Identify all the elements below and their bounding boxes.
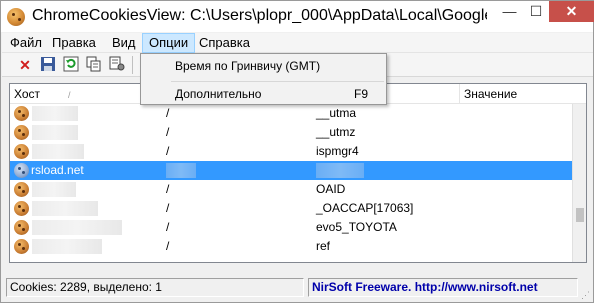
cookie-icon xyxy=(14,106,29,121)
cell-path: / xyxy=(166,239,170,253)
cookie-icon xyxy=(14,201,29,216)
delete-icon[interactable]: ✕ xyxy=(16,56,34,74)
menu-item-advanced[interactable]: Дополнительно F9 xyxy=(142,83,385,105)
toolbar-separator xyxy=(132,56,133,74)
cell-host: rsload.net xyxy=(31,163,84,177)
status-count: Cookies: 2289, выделено: 1 xyxy=(6,278,304,297)
minimize-button[interactable]: — xyxy=(496,1,523,22)
table-row[interactable]: / __utma xyxy=(10,104,572,123)
cell-name: ref xyxy=(316,239,331,253)
scrollbar-thumb[interactable] xyxy=(576,208,584,222)
close-button[interactable]: ✕ xyxy=(549,1,594,22)
cell-path: / xyxy=(166,201,170,215)
redacted-path xyxy=(166,163,196,178)
cell-name: evo5_TOYOTA xyxy=(316,220,397,234)
copy-icon[interactable] xyxy=(85,56,103,74)
app-window: ChromeCookiesView: C:\Users\plopr_000\Ap… xyxy=(0,0,594,303)
redacted-host xyxy=(32,182,76,197)
cookies-list[interactable]: Хост / Значение / __utma / __utmz / ispmg… xyxy=(9,83,587,263)
sort-indicator: / xyxy=(68,90,71,100)
menu-item-label: Дополнительно xyxy=(175,87,262,101)
save-icon[interactable] xyxy=(39,56,57,74)
redacted-host xyxy=(32,220,122,235)
properties-icon[interactable] xyxy=(108,56,126,74)
table-row[interactable]: / OAID xyxy=(10,180,572,199)
menu-view[interactable]: Вид xyxy=(106,33,142,53)
menu-item-label: Время по Гринвичу (GMT) xyxy=(175,59,321,73)
redacted-host xyxy=(32,106,78,121)
cookie-icon xyxy=(14,144,29,159)
refresh-icon[interactable] xyxy=(62,56,80,74)
cell-name: ispmgr4 xyxy=(316,144,359,158)
menu-edit[interactable]: Правка xyxy=(46,33,102,53)
table-row[interactable]: / __utmz xyxy=(10,123,572,142)
redacted-host xyxy=(32,239,102,254)
cell-name: __utma xyxy=(316,106,357,120)
cookie-icon xyxy=(14,239,29,254)
vertical-scrollbar[interactable] xyxy=(572,104,586,262)
table-row[interactable]: / ref xyxy=(10,237,572,256)
cookie-icon xyxy=(14,125,29,140)
table-row[interactable]: / _OACCAP[17063] xyxy=(10,199,572,218)
column-host[interactable]: Хост / xyxy=(10,84,160,104)
menu-help[interactable]: Справка xyxy=(193,33,256,53)
cookie-icon xyxy=(14,182,29,197)
cell-path: / xyxy=(166,106,170,120)
table-row[interactable]: / ispmgr4 xyxy=(10,142,572,161)
table-row-selected[interactable]: rsload.net xyxy=(10,161,572,180)
menu-item-gmt-time[interactable]: Время по Гринвичу (GMT) xyxy=(142,55,385,77)
cell-name: OAID xyxy=(316,182,346,196)
redacted-name xyxy=(316,163,364,178)
cell-path: / xyxy=(166,182,170,196)
cell-name: _OACCAP[17063] xyxy=(316,201,414,215)
maximize-button[interactable]: ☐ xyxy=(523,1,549,22)
menu-separator xyxy=(171,81,384,82)
options-dropdown: Время по Гринвичу (GMT) Дополнительно F9 xyxy=(140,53,387,105)
cell-path: / xyxy=(166,144,170,158)
redacted-host xyxy=(32,201,98,216)
resize-grip[interactable]: ⋰ xyxy=(581,290,591,300)
status-bar: Cookies: 2289, выделено: 1 NirSoft Freew… xyxy=(2,273,593,302)
window-title: ChromeCookiesView: C:\Users\plopr_000\Ap… xyxy=(32,7,487,24)
cell-name: __utmz xyxy=(316,125,356,139)
table-row[interactable]: / evo5_TOYOTA xyxy=(10,218,572,237)
menu-file[interactable]: Файл xyxy=(4,33,48,53)
cookie-app-icon xyxy=(7,8,25,26)
cell-path: / xyxy=(166,125,170,139)
menu-options[interactable]: Опции xyxy=(142,33,196,53)
menu-bar: Файл Правка Вид Опции Справка xyxy=(2,33,593,53)
cookie-icon xyxy=(14,220,29,235)
menu-item-shortcut: F9 xyxy=(354,87,369,101)
title-bar[interactable]: ChromeCookiesView: C:\Users\plopr_000\Ap… xyxy=(1,1,594,32)
redacted-host xyxy=(32,125,78,140)
status-nirsoft-panel: NirSoft Freeware. http://www.nirsoft.net xyxy=(308,278,578,297)
cookie-icon xyxy=(14,163,29,178)
nirsoft-link[interactable]: NirSoft Freeware. http://www.nirsoft.net xyxy=(312,280,538,294)
column-value[interactable]: Значение xyxy=(460,84,586,104)
cell-path: / xyxy=(166,220,170,234)
redacted-host xyxy=(32,144,84,159)
